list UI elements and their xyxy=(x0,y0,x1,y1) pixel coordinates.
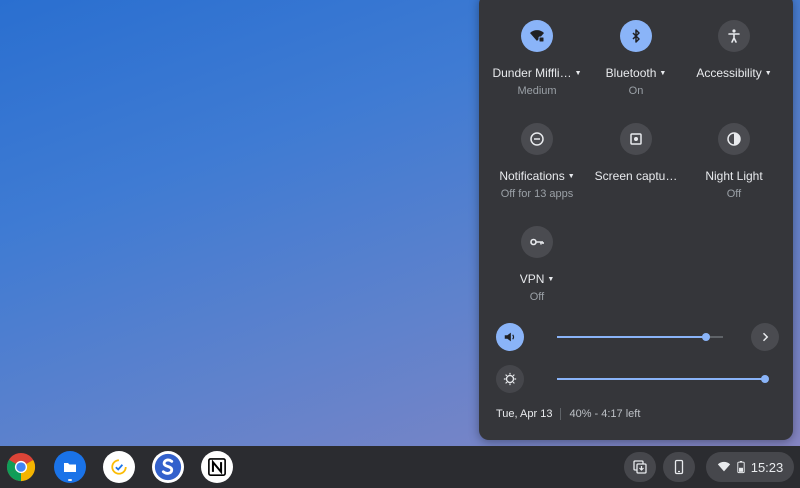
wifi-lock-icon[interactable] xyxy=(521,20,553,52)
battery-icon xyxy=(737,461,745,474)
caret-down-icon[interactable]: ▼ xyxy=(547,276,554,283)
accessibility-icon[interactable] xyxy=(718,20,750,52)
holding-space-button[interactable] xyxy=(624,452,656,482)
volume-slider[interactable] xyxy=(557,333,723,341)
network-sub: Medium xyxy=(517,85,557,97)
night-light-sub: Off xyxy=(726,188,742,200)
chrome-app-icon[interactable] xyxy=(5,451,37,483)
tile-network[interactable]: Dunder Miffli… ▼ Medium xyxy=(487,20,587,97)
vpn-label: VPN xyxy=(519,272,545,286)
tile-notifications[interactable]: Notifications ▼ Off for 13 apps xyxy=(487,123,587,200)
wifi-icon xyxy=(717,461,730,472)
files-app-icon[interactable] xyxy=(54,451,86,483)
brightness-slider-thumb[interactable] xyxy=(761,375,769,383)
brightness-slider[interactable] xyxy=(557,375,769,383)
date-label[interactable]: Tue, Apr 13 xyxy=(496,408,552,420)
network-label: Dunder Miffli… xyxy=(492,66,572,80)
bluetooth-icon[interactable] xyxy=(620,20,652,52)
vpn-sub: Off xyxy=(529,291,545,303)
caret-down-icon[interactable]: ▼ xyxy=(568,173,575,180)
screen-capture-icon[interactable] xyxy=(620,123,652,155)
brightness-slider-fill xyxy=(557,378,765,380)
night-light-icon[interactable] xyxy=(718,123,750,155)
quick-settings-panel: Dunder Miffli… ▼ Medium Bluetooth ▼ On Acc… xyxy=(479,0,793,440)
vpn-key-icon[interactable] xyxy=(521,226,553,258)
tasks-app-icon[interactable] xyxy=(103,451,135,483)
phone-hub-button[interactable] xyxy=(663,452,695,482)
bluetooth-label: Bluetooth xyxy=(605,66,657,80)
volume-slider-fill xyxy=(557,336,706,338)
panel-footer: Tue, Apr 13 40% - 4:17 left xyxy=(496,408,640,420)
chevron-right-icon[interactable] xyxy=(751,323,779,351)
phone-icon xyxy=(674,459,684,475)
brightness-icon xyxy=(496,365,524,393)
tile-bluetooth[interactable]: Bluetooth ▼ On xyxy=(586,20,686,97)
simplenote-app-icon[interactable] xyxy=(152,451,184,483)
status-area[interactable]: 15:23 xyxy=(706,452,794,482)
holding-space-icon xyxy=(633,460,647,474)
clock: 15:23 xyxy=(750,459,784,475)
caret-down-icon[interactable]: ▼ xyxy=(659,70,666,77)
night-light-label: Night Light xyxy=(705,169,763,183)
notion-app-icon[interactable] xyxy=(201,451,233,483)
volume-slider-thumb[interactable] xyxy=(702,333,710,341)
bluetooth-sub: On xyxy=(628,85,644,97)
do-not-disturb-icon[interactable] xyxy=(521,123,553,155)
tile-screen-capture[interactable]: Screen captu… xyxy=(586,123,686,183)
notifications-sub: Off for 13 apps xyxy=(500,188,574,200)
caret-down-icon[interactable]: ▼ xyxy=(765,70,772,77)
volume-icon[interactable] xyxy=(496,323,524,351)
battery-status: 40% - 4:17 left xyxy=(569,408,641,420)
divider xyxy=(560,408,562,420)
screen-capture-label: Screen captu… xyxy=(594,169,678,183)
shelf: 15:23 xyxy=(0,446,800,488)
caret-down-icon[interactable]: ▼ xyxy=(575,70,582,77)
running-indicator xyxy=(68,479,72,481)
tile-vpn[interactable]: VPN ▼ Off xyxy=(487,226,587,303)
notifications-label: Notifications xyxy=(499,169,565,183)
accessibility-label: Accessibility xyxy=(696,66,762,80)
tile-accessibility[interactable]: Accessibility ▼ xyxy=(684,20,784,80)
tile-night-light[interactable]: Night Light Off xyxy=(684,123,784,200)
